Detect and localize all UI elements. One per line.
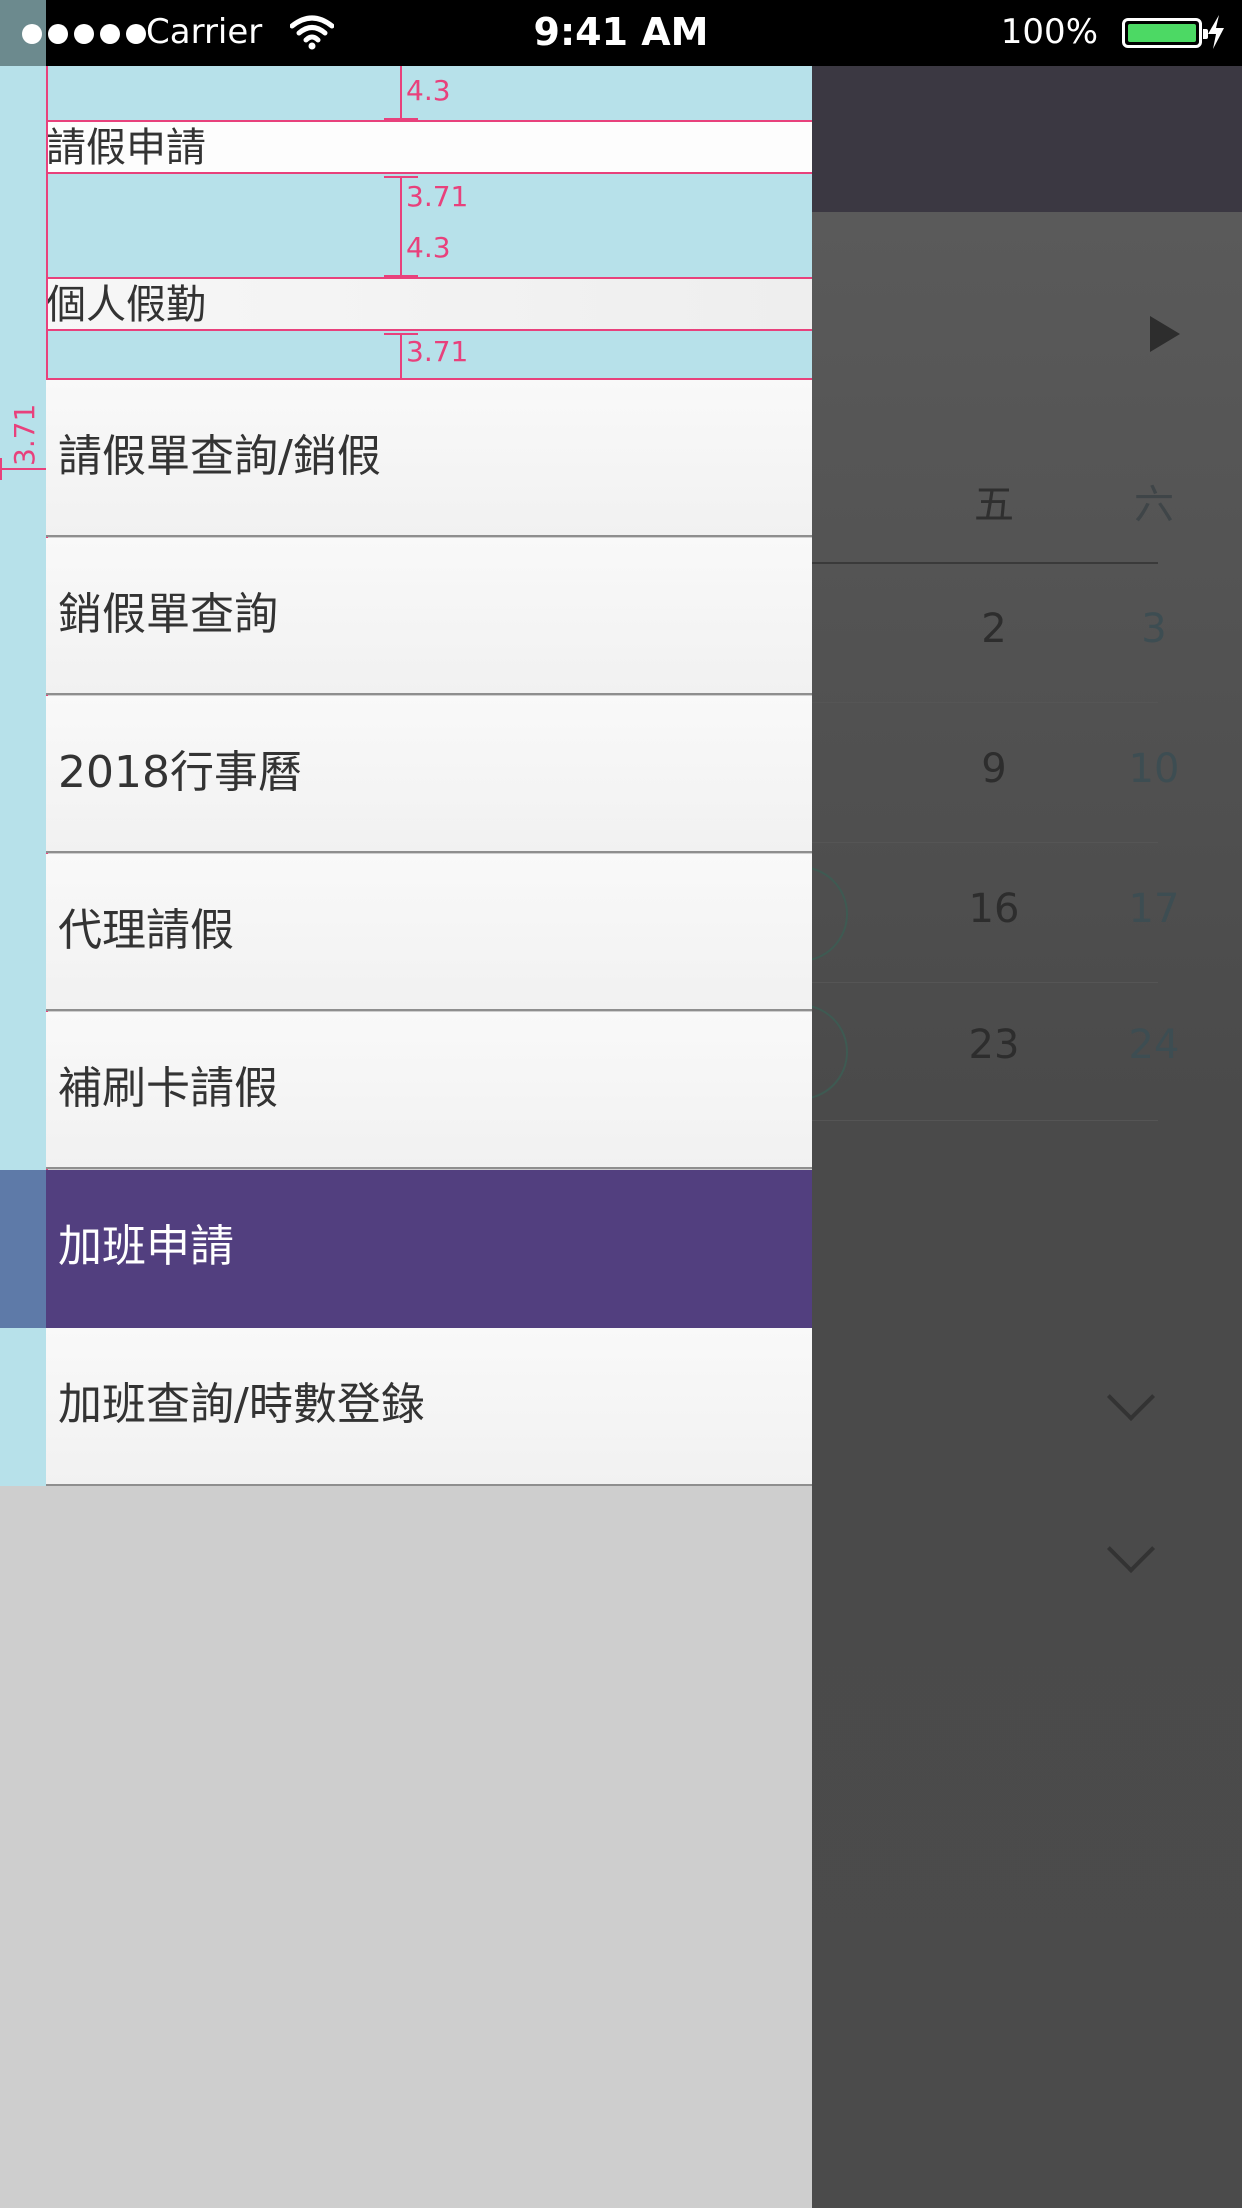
- menu-item-label: 加班查詢/時數登錄: [58, 1379, 425, 1430]
- battery-percent: 100%: [1000, 12, 1098, 52]
- menu-item-label: 2018行事曆: [58, 747, 302, 798]
- background-screen[interactable]: 五 六 2 3 9 10 16 17 23 24: [752, 66, 1242, 2208]
- menu-item-punch-correction-leave[interactable]: 補刷卡請假: [46, 1012, 812, 1169]
- menu-item-cancellation-query[interactable]: 銷假單查詢: [46, 538, 812, 695]
- section-header-personal-attendance: 4.3 個人假勤 3.71: [0, 223, 812, 380]
- weekday-header-sat: 六: [1134, 482, 1174, 528]
- calendar-day: 2: [981, 606, 1007, 652]
- calendar-row-divider: [812, 1120, 1158, 1121]
- menu-item-label: 補刷卡請假: [58, 1063, 278, 1114]
- spacing-annotation: 4.3: [406, 74, 451, 107]
- spacing-annotation: 3.71: [406, 335, 469, 368]
- weekday-header-fri: 五: [974, 482, 1014, 528]
- calendar-row-divider: [812, 982, 1158, 983]
- menu-item-label: 請假單查詢/銷假: [58, 431, 381, 482]
- menu-item-label: 銷假單查詢: [58, 589, 278, 640]
- menu-item-overtime-query-hours[interactable]: 加班查詢/時數登錄: [46, 1328, 812, 1486]
- section-title-bar: 個人假勤: [46, 277, 812, 331]
- status-bar: Carrier 9:41 AM 100%: [0, 0, 1242, 66]
- menu-item-label: 加班申請: [58, 1221, 234, 1272]
- menu-item-label: 代理請假: [58, 905, 234, 956]
- calendar-day: 17: [1128, 886, 1180, 932]
- spacing-annotation: 3.71: [8, 403, 41, 466]
- spacing-annotation: 4.3: [406, 231, 451, 264]
- menu-item-leave-query-cancel[interactable]: 請假單查詢/銷假: [46, 380, 812, 537]
- calendar-day: 23: [968, 1022, 1020, 1068]
- calendar-day: 9: [981, 746, 1007, 792]
- menu-item-calendar-2018[interactable]: 2018行事曆: [46, 696, 812, 853]
- battery-icon: [1122, 18, 1208, 48]
- side-drawer: 4.3 請假申請 3.71 4.3 個人假勤 3.71 3.71 請假單查詢/銷…: [0, 66, 812, 2208]
- background-nav-bar: [812, 66, 1242, 212]
- section-title-bar: 請假申請: [46, 120, 812, 174]
- menu-item-overtime-application[interactable]: 加班申請: [46, 1170, 812, 1328]
- calendar-day: 16: [968, 886, 1020, 932]
- spacing-annotation: 3.71: [406, 180, 469, 213]
- calendar-header-divider: [812, 562, 1158, 564]
- charging-bolt-icon: [1206, 14, 1226, 54]
- menu-item-proxy-leave[interactable]: 代理請假: [46, 854, 812, 1011]
- calendar-day: 10: [1128, 746, 1180, 792]
- section-title: 請假申請: [46, 125, 206, 171]
- calendar-row-divider: [812, 702, 1158, 703]
- section-header-leave-application: 4.3 請假申請 3.71: [0, 66, 812, 223]
- calendar-day: 3: [1141, 606, 1167, 652]
- active-item-indicator: [0, 1170, 46, 1328]
- next-month-icon: [1150, 316, 1180, 352]
- calendar-row-divider: [812, 842, 1158, 843]
- calendar-day: 24: [1128, 1022, 1180, 1068]
- section-title: 個人假勤: [46, 282, 206, 328]
